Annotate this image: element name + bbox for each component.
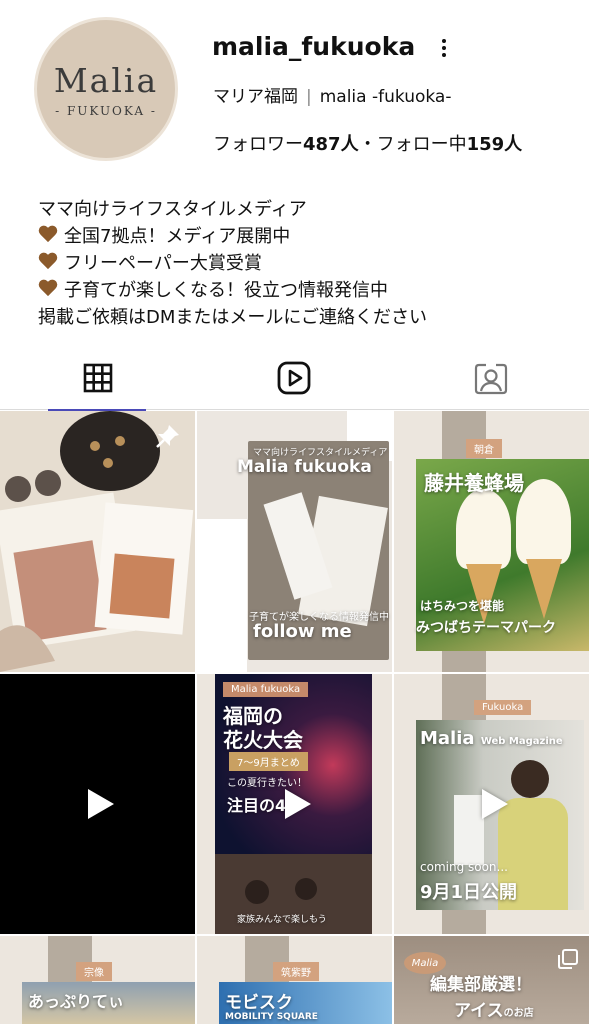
post-tile-5[interactable]: Malia fukuoka 福岡の 花火大会 7〜9月まとめ この夏行きたい！ … <box>197 674 392 934</box>
post-2-title: Malia fukuoka <box>237 457 372 477</box>
post-2-cta: follow me <box>253 621 352 642</box>
post-6-title-main: Malia <box>420 728 475 749</box>
post-6-title-sub: Web Magazine <box>480 736 563 747</box>
posts-grid: ママ向けライフスタイルメディア Malia fukuoka 子育てが楽しくなる情… <box>0 411 589 1024</box>
stats-dot: ・ <box>358 134 377 155</box>
profile-subtitle: malia -fukuoka- <box>319 87 452 107</box>
post-tile-3[interactable]: 朝倉 藤井養蜂場 はちみつを堪能 みつばちテーマパーク <box>394 411 589 672</box>
post-image-magazine <box>0 411 195 672</box>
post-6-tag: Fukuoka <box>474 700 532 715</box>
reels-icon <box>277 361 311 395</box>
post-9-title2: アイスのお店 <box>454 996 534 1021</box>
followers-link[interactable]: フォロワー487人 <box>213 134 359 155</box>
post-3-location-tag: 朝倉 <box>466 439 502 458</box>
tab-tagged[interactable] <box>392 346 589 410</box>
fullname-text: マリア福岡 <box>213 87 298 107</box>
post-8-tag: 筑紫野 <box>273 962 319 981</box>
bio-line: 子育てが楽しくなる！役立つ情報発信中 <box>38 277 427 304</box>
bio-line-text: フリーペーパー大賞受賞 <box>64 253 262 274</box>
profile-fullname: マリア福岡 | malia -fukuoka- <box>213 82 451 107</box>
post-8-sub: MOBILITY SQUARE <box>225 1012 318 1022</box>
profile-avatar[interactable]: Malia - FUKUOKA - <box>34 17 178 161</box>
bio-line: 全国7拠点！メディア展開中 <box>38 223 427 250</box>
post-9-title3: のお店 <box>503 1008 534 1019</box>
post-5-range: 7〜9月まとめ <box>229 752 308 771</box>
tab-posts[interactable] <box>0 346 196 411</box>
post-8-title: モビスク <box>225 993 293 1013</box>
more-options-icon[interactable] <box>434 34 454 62</box>
post-5-title2: 花火大会 <box>223 728 303 752</box>
followers-label: フォロワー <box>213 134 303 155</box>
post-tile-6[interactable]: Fukuoka Malia Web Magazine coming soon..… <box>394 674 589 934</box>
post-7-tag: 宗像 <box>76 962 112 981</box>
post-3-title: 藤井養蜂場 <box>424 471 524 495</box>
fullname-separator: | <box>306 87 312 107</box>
following-label: フォロー中 <box>376 134 467 155</box>
bio-line: 掲載ご依頼はDMまたはメールにご連絡ください <box>38 307 428 328</box>
post-tile-9[interactable]: Malia 編集部厳選！ アイスのお店 <box>394 936 589 1024</box>
post-5-bottom: 家族みんなで楽しもう <box>237 915 327 925</box>
avatar-city-text: - FUKUOKA - <box>55 103 157 118</box>
profile-stats: フォロワー487人・フォロー中159人 <box>213 130 522 156</box>
bio-line-text: 全国7拠点！メディア展開中 <box>64 226 291 247</box>
post-tile-4[interactable] <box>0 674 195 934</box>
post-6-soon: coming soon... <box>420 860 508 874</box>
brown-heart-icon <box>38 226 58 244</box>
avatar-brand-text: Malia <box>53 60 159 100</box>
bio-line: ママ向けライフスタイルメディア <box>38 199 307 220</box>
post-5-note: この夏行きたい！ <box>227 778 307 789</box>
post-5-focus: 注目の4 <box>227 796 287 815</box>
profile-bio: ママ向けライフスタイルメディア 全国7拠点！メディア展開中 フリーペーパー大賞受… <box>38 196 427 331</box>
post-7-title: あっぷりてぃ <box>28 992 125 1011</box>
post-9-title1: 編集部厳選！ <box>430 975 532 995</box>
post-6-title: Malia Web Magazine <box>420 728 563 749</box>
post-3-sub2: みつばちテーマパーク <box>416 620 556 636</box>
post-tile-8[interactable]: 筑紫野 モビスク MOBILITY SQUARE <box>197 936 392 1024</box>
post-9-title2-main: アイス <box>454 1001 504 1021</box>
carousel-icon <box>558 949 578 969</box>
play-icon <box>87 789 114 819</box>
brown-heart-icon <box>38 280 58 298</box>
pinned-icon <box>156 425 179 448</box>
play-icon <box>284 789 311 819</box>
grid-icon <box>83 363 113 393</box>
following-count: 159人 <box>466 134 523 155</box>
post-tile-2[interactable]: ママ向けライフスタイルメディア Malia fukuoka 子育てが楽しくなる情… <box>197 411 392 672</box>
followers-count: 487人 <box>303 134 359 155</box>
post-5-tag: Malia fukuoka <box>223 682 309 697</box>
bio-line-text: 子育てが楽しくなる！役立つ情報発信中 <box>64 280 388 301</box>
profile-username: malia_fukuoka <box>212 32 416 61</box>
tab-reels[interactable] <box>196 346 392 410</box>
play-icon <box>481 789 508 819</box>
following-link[interactable]: フォロー中159人 <box>377 134 523 155</box>
post-tile-1[interactable] <box>0 411 195 672</box>
tagged-person-icon <box>474 363 507 395</box>
post-tile-7[interactable]: 宗像 あっぷりてぃ <box>0 936 195 1024</box>
bio-line: フリーペーパー大賞受賞 <box>38 250 427 277</box>
profile-tabs <box>0 346 589 411</box>
post-6-date: 9月1日公開 <box>420 882 518 903</box>
brown-heart-icon <box>38 253 58 271</box>
post-3-sub: はちみつを堪能 <box>420 599 505 613</box>
